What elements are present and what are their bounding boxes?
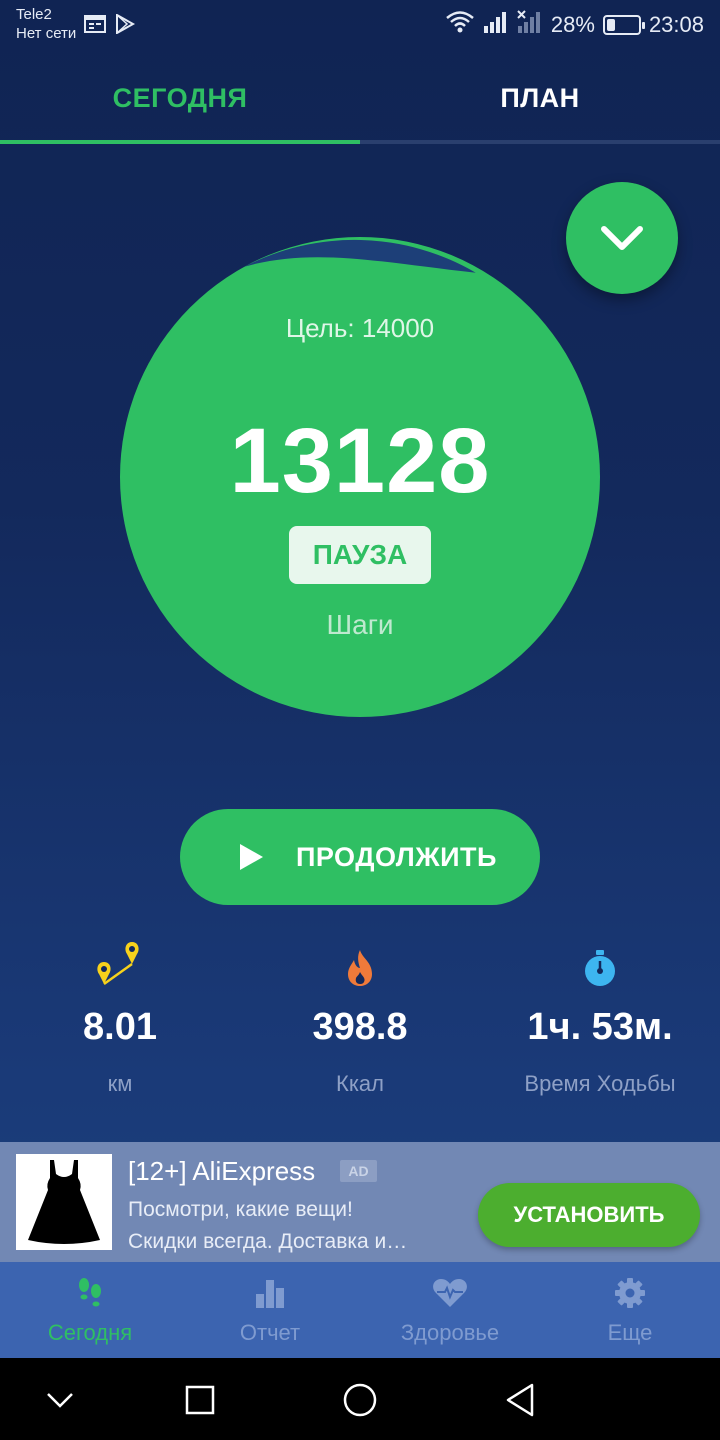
- battery-percent: 28%: [550, 12, 595, 37]
- ad-description-line2: Скидки всегда. Доставка и…: [128, 1230, 408, 1253]
- nav-item-health[interactable]: Здоровье: [360, 1262, 540, 1358]
- chevron-down-icon: [47, 1393, 73, 1408]
- dress-icon: [28, 1160, 100, 1244]
- bar-chart-icon: [255, 1276, 285, 1310]
- status-bar: Tele2 Нет сети 28% 23:08: [0, 0, 720, 56]
- play-store-icon: [114, 13, 136, 39]
- calories-label: Ккал: [336, 1071, 384, 1096]
- distance-label: км: [107, 1071, 133, 1096]
- ad-description-line1: Посмотри, какие вещи!: [128, 1198, 353, 1221]
- square-icon: [185, 1385, 215, 1415]
- ad-title: [12+] AliExpress: [128, 1156, 316, 1186]
- step-count: 13128: [229, 410, 491, 512]
- system-navigation-bar: [0, 1358, 720, 1440]
- ad-install-button[interactable]: УСТАНОВИТЬ: [478, 1183, 700, 1247]
- top-tabs: СЕГОДНЯ ПЛАН: [0, 56, 720, 144]
- ad-banner[interactable]: [12+] AliExpress AD Посмотри, какие вещи…: [0, 1142, 720, 1262]
- continue-label: ПРОДОЛЖИТЬ: [296, 841, 497, 872]
- nav-label-today: Сегодня: [47, 1320, 133, 1345]
- walk-time-value: 1ч. 53м.: [527, 1006, 673, 1048]
- tab-plan[interactable]: ПЛАН: [360, 56, 720, 140]
- ad-badge: AD: [340, 1160, 377, 1182]
- progress-remaining-area: [244, 239, 476, 273]
- home-button[interactable]: [340, 1380, 380, 1420]
- map-pins-icon: [0, 940, 240, 996]
- bottom-navigation: Сегодня Отчет Здоровье Еще: [0, 1262, 720, 1358]
- nav-item-today[interactable]: Сегодня: [0, 1262, 180, 1358]
- gear-icon: [614, 1276, 646, 1310]
- tab-today[interactable]: СЕГОДНЯ: [0, 56, 360, 140]
- network-status: Нет сети: [16, 25, 77, 42]
- stat-walk-time: 1ч. 53м. Время Ходьбы: [480, 940, 720, 1097]
- stat-calories: 398.8 Ккал: [240, 940, 480, 1097]
- nav-item-more[interactable]: Еще: [540, 1262, 720, 1358]
- nav-label-more: Еще: [607, 1320, 653, 1345]
- hide-nav-button[interactable]: [40, 1380, 80, 1420]
- heart-pulse-icon: [432, 1276, 468, 1310]
- recents-button[interactable]: [180, 1380, 220, 1420]
- chevron-down-icon: [601, 226, 643, 250]
- back-triangle-icon: [506, 1383, 534, 1417]
- wifi-icon: [445, 10, 475, 40]
- distance-value: 8.01: [83, 1006, 157, 1048]
- status-right: 28% 23:08: [445, 10, 704, 40]
- status-time: 23:08: [648, 12, 704, 37]
- nav-item-report[interactable]: Отчет: [180, 1262, 360, 1358]
- signal-icon: [483, 10, 509, 40]
- flame-icon: [240, 940, 480, 996]
- calendar-notification-icon: [84, 14, 106, 39]
- step-progress-circle: Цель: 14000 13128 ПАУЗА Шаги: [120, 237, 600, 717]
- continue-button[interactable]: ПРОДОЛЖИТЬ: [180, 809, 540, 905]
- play-icon: [240, 844, 263, 870]
- tab-active-indicator: [0, 140, 360, 144]
- carrier-name: Tele2: [16, 6, 52, 23]
- pause-button[interactable]: ПАУЗА: [289, 526, 431, 584]
- battery-icon: [602, 15, 645, 35]
- nav-label-health: Здоровье: [400, 1320, 500, 1345]
- stat-distance: 8.01 км: [0, 940, 240, 1097]
- signal-no-sim-icon: [517, 10, 543, 40]
- ad-product-image[interactable]: [16, 1154, 112, 1250]
- battery-level: [606, 19, 615, 31]
- walk-time-label: Время Ходьбы: [524, 1071, 676, 1096]
- footsteps-icon: [75, 1276, 105, 1310]
- back-button[interactable]: [500, 1380, 540, 1420]
- stopwatch-icon: [480, 940, 720, 996]
- nav-label-report: Отчет: [239, 1320, 301, 1345]
- calories-value: 398.8: [312, 1006, 408, 1048]
- goal-text: Цель: 14000: [285, 313, 435, 343]
- ad-description: Посмотри, какие вещи! Скидки всегда. Дос…: [128, 1194, 458, 1258]
- circle-icon: [343, 1383, 377, 1417]
- steps-label: Шаги: [326, 609, 394, 640]
